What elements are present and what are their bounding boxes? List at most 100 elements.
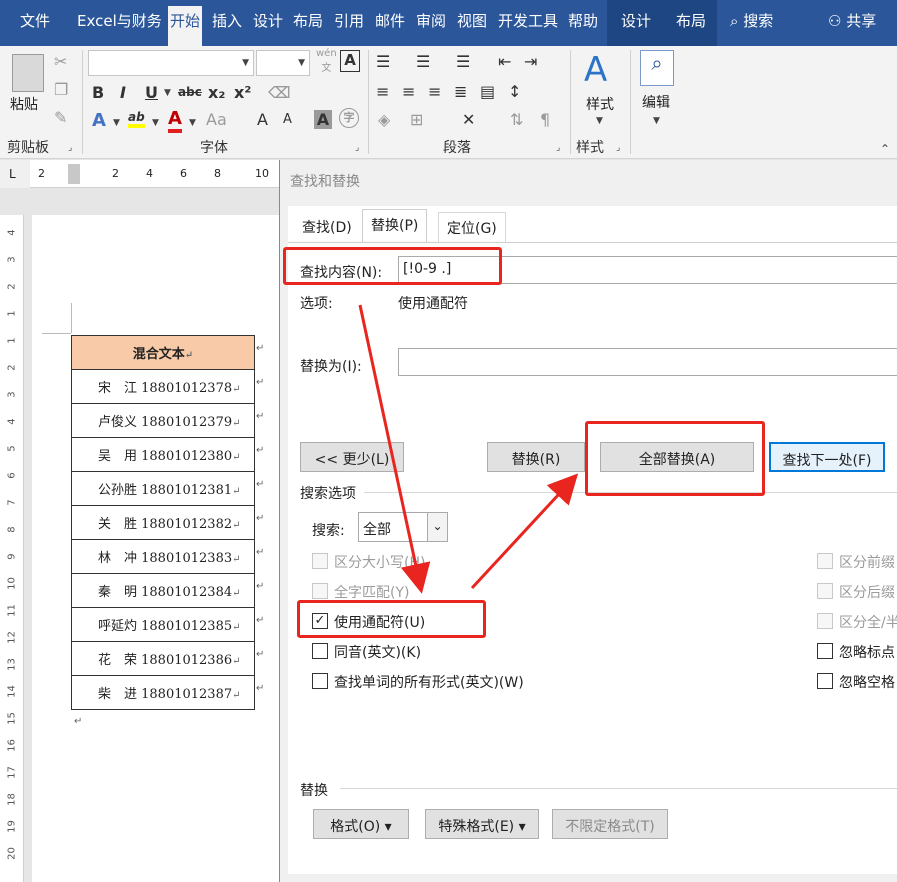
no-formatting-button[interactable]: 不限定格式(T)	[552, 809, 668, 839]
chevron-down-icon[interactable]: ▼	[164, 88, 171, 98]
tab-search[interactable]: ⌕ 搜索	[730, 10, 773, 31]
dialog-launcher-icon[interactable]: ⌟	[68, 143, 72, 153]
tab-insert[interactable]: 插入	[212, 10, 242, 31]
decrease-indent-icon[interactable]: ⇤	[498, 52, 511, 71]
option-checkbox[interactable]	[817, 553, 833, 569]
tab-replace[interactable]: 替换(P)	[362, 209, 428, 243]
option-label[interactable]: 忽略空格	[839, 672, 895, 692]
chinese-layout-icon[interactable]: ✕	[462, 110, 475, 129]
replace-with-input[interactable]	[398, 348, 897, 376]
dialog-launcher-icon[interactable]: ⌟	[616, 143, 620, 153]
option-checkbox[interactable]	[312, 583, 328, 599]
table-cell[interactable]: 公孙胜 18801012381↵	[71, 471, 255, 506]
vertical-ruler[interactable]: 4 3 2 1 1 2 3 4 5 6 7 8 9 10 11 12 13 14 15 16 17 18 19 20	[0, 215, 24, 882]
shading-icon[interactable]: ◈	[378, 110, 390, 129]
bold-button[interactable]: B	[92, 83, 104, 102]
tab-developer[interactable]: 开发工具	[498, 10, 558, 31]
tab-share[interactable]: ⚇ 共享	[828, 10, 876, 31]
enclose-characters-icon[interactable]: 字	[339, 108, 359, 128]
tab-home[interactable]: 开始	[168, 6, 203, 46]
superscript-button[interactable]: x²	[234, 83, 251, 102]
align-center-icon[interactable]: ≡	[402, 82, 415, 101]
font-size-dropdown[interactable]: ▼	[256, 50, 310, 76]
mixed-text-table[interactable]: 混合文本↵ 宋 江 18801012378↵ 卢俊义 18801012379↵ 吴 …	[71, 335, 255, 710]
option-label[interactable]: 区分前缀	[839, 552, 895, 572]
strikethrough-button[interactable]: abc	[178, 85, 202, 99]
tab-view[interactable]: 视图	[457, 10, 487, 31]
chevron-down-icon[interactable]: ▼	[653, 116, 660, 126]
table-cell[interactable]: 花 荣 18801012386↵	[71, 641, 255, 676]
option-label[interactable]: 查找单词的所有形式(英文)(W)	[334, 672, 524, 692]
option-checkbox[interactable]	[817, 673, 833, 689]
less-button[interactable]: << 更少(L)	[300, 442, 404, 472]
subscript-button[interactable]: x₂	[208, 83, 225, 102]
table-header[interactable]: 混合文本↵	[71, 335, 255, 370]
tab-goto[interactable]: 定位(G)	[438, 212, 506, 242]
chevron-down-icon[interactable]: ▼	[189, 118, 196, 128]
tab-file[interactable]: 文件	[20, 10, 50, 31]
tab-layout[interactable]: 布局	[293, 10, 323, 31]
clear-formatting-icon[interactable]: ⌫	[268, 83, 291, 102]
collapse-ribbon-icon[interactable]: ⌃	[880, 142, 890, 156]
replace-button[interactable]: 替换(R)	[487, 442, 585, 472]
copy-icon[interactable]: ❐	[54, 80, 68, 99]
option-checkbox[interactable]	[312, 553, 328, 569]
table-cell[interactable]: 吴 用 18801012380↵	[71, 437, 255, 472]
option-label[interactable]: 区分全/半	[839, 612, 897, 632]
tab-references[interactable]: 引用	[334, 10, 364, 31]
show-marks-icon[interactable]: ¶	[540, 110, 550, 129]
option-label[interactable]: 区分后缀	[839, 582, 895, 602]
borders-icon[interactable]: ⊞	[410, 110, 423, 129]
paste-button[interactable]: 粘贴	[10, 94, 38, 114]
font-color-icon[interactable]: A	[168, 108, 182, 133]
table-cell[interactable]: 秦 明 18801012384↵	[71, 573, 255, 608]
table-cell[interactable]: 呼延灼 18801012385↵	[71, 607, 255, 642]
cut-icon[interactable]: ✂	[54, 52, 67, 71]
option-label[interactable]: 区分大小写(H)	[334, 552, 425, 572]
styles-button[interactable]: 样式	[586, 94, 614, 114]
font-name-dropdown[interactable]: ▼	[88, 50, 254, 76]
table-cell[interactable]: 关 胜 18801012382↵	[71, 505, 255, 540]
increase-indent-icon[interactable]: ⇥	[524, 52, 537, 71]
table-cell[interactable]: 林 冲 18801012383↵	[71, 539, 255, 574]
dialog-launcher-icon[interactable]: ⌟	[556, 143, 560, 153]
tab-table-layout[interactable]: 布局	[676, 10, 706, 31]
underline-button[interactable]: U	[145, 83, 158, 102]
format-button[interactable]: 格式(O) ▾	[313, 809, 409, 839]
tab-excel-finance[interactable]: Excel与财务	[77, 10, 162, 31]
phonetic-guide-icon[interactable]: wén 文	[316, 48, 337, 74]
special-button[interactable]: 特殊格式(E) ▾	[425, 809, 539, 839]
find-icon[interactable]: ⌕	[640, 50, 674, 86]
tab-help[interactable]: 帮助	[568, 10, 598, 31]
dialog-launcher-icon[interactable]: ⌟	[355, 143, 359, 153]
chevron-down-icon[interactable]: ▼	[152, 118, 159, 128]
horizontal-ruler[interactable]: 2 2 4 6 8 10	[30, 160, 280, 188]
text-effects-icon[interactable]: A	[92, 110, 106, 131]
table-cell[interactable]: 柴 进 18801012387↵	[71, 675, 255, 710]
indent-marker[interactable]	[68, 164, 80, 184]
tab-review[interactable]: 审阅	[416, 10, 446, 31]
styles-icon[interactable]: A	[584, 50, 607, 90]
option-checkbox[interactable]	[817, 643, 833, 659]
bullets-icon[interactable]: ☰	[376, 52, 390, 71]
tab-mailings[interactable]: 邮件	[375, 10, 405, 31]
align-left-icon[interactable]: ≡	[376, 82, 389, 101]
format-painter-icon[interactable]: ✎	[54, 108, 67, 127]
line-spacing-icon[interactable]: ↕	[508, 82, 521, 101]
change-case-icon[interactable]: Aa	[206, 110, 227, 129]
character-border-icon[interactable]: A	[340, 50, 360, 72]
sort-icon[interactable]: ⇅	[510, 110, 523, 129]
option-checkbox[interactable]	[312, 673, 328, 689]
chevron-down-icon[interactable]: ⌄	[427, 513, 447, 541]
italic-button[interactable]: I	[120, 83, 126, 102]
clipboard-icon[interactable]	[12, 54, 44, 92]
distributed-icon[interactable]: ▤	[480, 82, 495, 101]
tab-table-design[interactable]: 设计	[621, 10, 651, 31]
table-cell[interactable]: 卢俊义 18801012379↵	[71, 403, 255, 438]
chevron-down-icon[interactable]: ▼	[113, 118, 120, 128]
justify-icon[interactable]: ≣	[454, 82, 467, 101]
option-label[interactable]: 忽略标点	[839, 642, 895, 662]
character-shading-icon[interactable]: A	[314, 110, 332, 129]
tab-selector[interactable]: L	[0, 160, 30, 188]
grow-font-icon[interactable]: A	[257, 110, 268, 129]
